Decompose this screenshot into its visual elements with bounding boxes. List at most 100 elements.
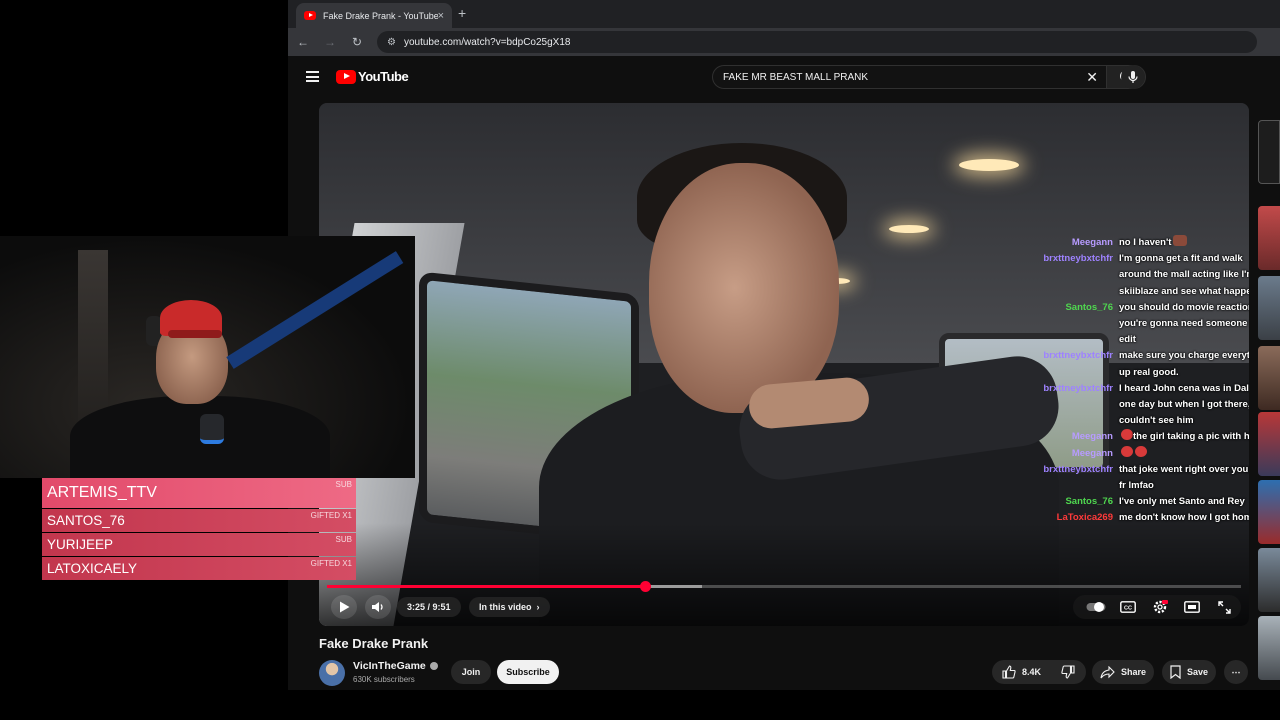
new-tab-button[interactable]: + — [458, 5, 466, 21]
recommendation-thumbnail[interactable] — [1258, 276, 1280, 340]
search-query: FAKE MR BEAST MALL PRANK — [723, 71, 869, 83]
dislike-button[interactable] — [1061, 665, 1081, 679]
heart-eyes-emote-icon — [1135, 445, 1147, 457]
captions-button[interactable]: CC — [1115, 595, 1141, 619]
alert-name: LATOXICAELY — [47, 561, 138, 576]
microphone-icon — [1128, 71, 1138, 83]
in-this-video-button[interactable]: In this video › — [469, 597, 550, 617]
save-button[interactable]: Save — [1162, 660, 1217, 684]
alert-name: SANTOS_76 — [47, 513, 125, 528]
chat-message: Meegann no I haven't — [1037, 235, 1249, 251]
youtube-favicon-icon — [304, 11, 316, 20]
like-count: 8.4K — [1022, 667, 1042, 677]
tab-youtube[interactable]: Fake Drake Prank - YouTube × — [296, 3, 452, 28]
navigation-bar: ← → ↻ ⚙ youtube.com/watch?v=bdpCo25gX18 — [288, 28, 1280, 56]
chat-username: Santos_76 — [1065, 301, 1113, 313]
chat-message: LaToxica269 me don't know how I got home — [1037, 510, 1249, 526]
play-icon — [339, 601, 349, 613]
recommendation-thumbnail[interactable] — [1258, 346, 1280, 410]
play-button[interactable] — [331, 595, 357, 619]
captions-icon: CC — [1120, 601, 1136, 613]
youtube-logo-text: YouTube — [358, 69, 409, 84]
recommendation-thumbnail[interactable] — [1258, 412, 1280, 476]
chat-text-content: I've only met Santo and Rey — [1119, 496, 1245, 508]
miniplayer-icon — [1184, 601, 1200, 613]
search-input[interactable]: FAKE MR BEAST MALL PRANK ✕ — [712, 65, 1106, 89]
chat-text: me don't know how I got home — [1119, 510, 1249, 526]
chat-text-content: that joke went right over your head fr l… — [1119, 463, 1249, 492]
like-button[interactable]: 8.4K — [1002, 665, 1041, 679]
progress-bar[interactable] — [327, 581, 1241, 592]
channel-name[interactable]: VicInTheGame — [353, 660, 438, 672]
subscribe-button[interactable]: Subscribe — [497, 660, 559, 684]
chat-text: I heard John cena was in Dallas one day … — [1119, 381, 1249, 430]
fullscreen-button[interactable] — [1211, 595, 1237, 619]
alert-row: SANTOS_76 GIFTED X1 — [42, 509, 356, 532]
chat-message: brxttneybxtchfr make sure you charge ever… — [1037, 348, 1249, 380]
chat-text: no I haven't — [1119, 235, 1249, 251]
chevron-right-icon: › — [536, 602, 540, 612]
channel-avatar[interactable] — [319, 660, 345, 686]
alert-type: GIFTED X1 — [310, 511, 352, 520]
address-bar[interactable]: ⚙ youtube.com/watch?v=bdpCo25gX18 — [377, 31, 1257, 53]
site-settings-icon[interactable]: ⚙ — [387, 37, 396, 48]
alert-name: ARTEMIS_TTV — [47, 484, 157, 501]
channel-name-text: VicInTheGame — [353, 660, 426, 672]
alert-row: ARTEMIS_TTV SUB — [42, 478, 356, 508]
join-button[interactable]: Join — [451, 660, 491, 684]
bookmark-icon — [1170, 665, 1181, 679]
stream-screen: Fake Drake Prank - YouTube × + ← → ↻ ⚙ y… — [0, 0, 1280, 720]
in-this-video-label: In this video — [479, 602, 532, 612]
chat-text: you should do movie reactions but you're… — [1119, 300, 1249, 349]
thumbs-down-icon — [1061, 665, 1075, 679]
chat-text: I've only met Santo and Rey — [1119, 494, 1249, 510]
more-actions-button[interactable]: ⋯ — [1224, 660, 1248, 684]
settings-button[interactable] — [1147, 595, 1173, 619]
recommendation-thumbnail[interactable] — [1258, 616, 1280, 680]
chat-message: Santos_76 you should do movie reactions b… — [1037, 300, 1249, 349]
youtube-play-logo-icon — [336, 69, 356, 84]
alert-name: YURIJEEP — [47, 537, 114, 552]
chat-username: LaToxica269 — [1056, 512, 1113, 524]
voice-search-button[interactable] — [1121, 65, 1145, 89]
recommendation-thumbnail[interactable] — [1258, 548, 1280, 612]
subscriber-count: 630K subscribers — [353, 675, 415, 684]
recommendations-sidebar — [1258, 100, 1280, 690]
chat-username: Meegann — [1071, 431, 1113, 443]
youtube-logo[interactable]: YouTube — [336, 69, 409, 84]
forward-arrow-icon[interactable]: → — [318, 35, 342, 49]
recommendation-thumbnail[interactable] — [1258, 480, 1280, 544]
share-icon — [1100, 665, 1115, 678]
time-display: 3:25 / 9:51 — [397, 597, 461, 617]
progress-scrubber[interactable] — [640, 581, 652, 592]
back-arrow-icon[interactable]: ← — [291, 35, 315, 49]
chat-message: Meegann — [1037, 445, 1249, 462]
clear-search-icon[interactable]: ✕ — [1086, 69, 1098, 86]
recommendation-thumbnail[interactable] — [1258, 120, 1280, 184]
tab-bar: Fake Drake Prank - YouTube × + — [288, 0, 1280, 28]
reload-icon[interactable]: ↻ — [345, 35, 369, 49]
emote-icon — [1173, 235, 1188, 246]
chat-text-content: me don't know how I got home — [1119, 512, 1249, 524]
recommendation-thumbnail[interactable] — [1258, 206, 1280, 270]
video-player[interactable]: Meegann no I haven't brxttneybxtchfr I'm go… — [319, 103, 1249, 626]
chat-message: Santos_76 I've only met Santo and Rey — [1037, 494, 1249, 510]
autoplay-toggle[interactable] — [1083, 595, 1109, 619]
chat-message: brxttneybxtchfr I heard John cena was in … — [1037, 381, 1249, 430]
video-title: Fake Drake Prank — [319, 636, 429, 651]
webcam-overlay — [0, 236, 415, 478]
recent-events-box: ARTEMIS_TTV SUB SANTOS_76 GIFTED X1 YURIJEEP… — [42, 478, 356, 581]
alert-type: SUB — [335, 480, 352, 489]
chat-username: brxttneybxtchfr — [1043, 253, 1113, 265]
share-button[interactable]: Share — [1092, 660, 1155, 684]
tab-close-button[interactable]: × — [438, 10, 444, 22]
chat-text: the girl taking a pic with him — [1119, 429, 1249, 445]
miniplayer-button[interactable] — [1179, 595, 1205, 619]
chat-text — [1119, 445, 1249, 462]
svg-text:CC: CC — [1124, 605, 1132, 611]
youtube-header: YouTube FAKE MR BEAST MALL PRANK ✕ — [288, 56, 1280, 100]
verified-check-icon — [429, 662, 438, 670]
chat-username: Santos_76 — [1065, 496, 1113, 508]
volume-button[interactable] — [365, 595, 391, 619]
menu-icon[interactable] — [306, 71, 319, 82]
